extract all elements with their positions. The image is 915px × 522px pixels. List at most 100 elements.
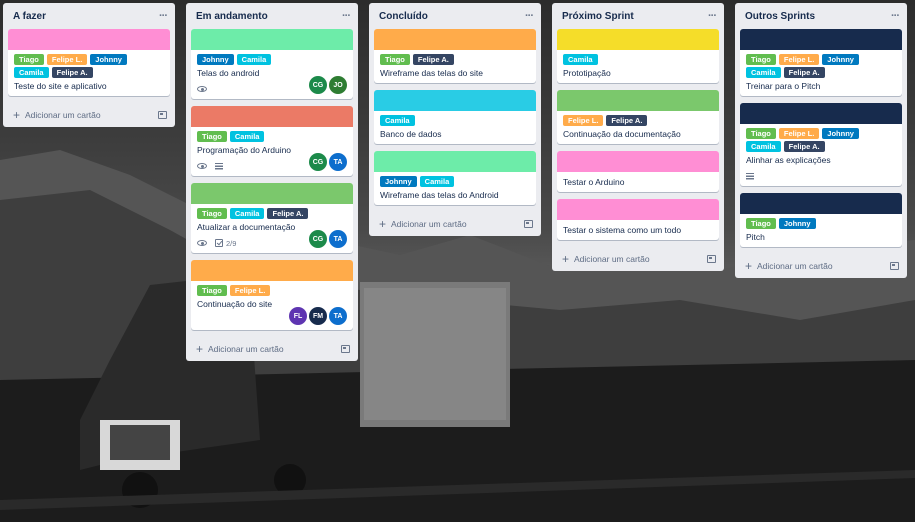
- card[interactable]: Tiago Felipe L. Johnny Camila Felipe A. Teste…: [8, 29, 170, 96]
- label-felipe-a[interactable]: Felipe A.: [412, 54, 454, 65]
- card[interactable]: Tiago Felipe L. Johnny Camila Felipe A. Alinh…: [740, 103, 902, 186]
- card[interactable]: Camila Banco de dados: [374, 90, 536, 144]
- add-card-label-group: + Adicionar um cartão: [745, 260, 833, 272]
- label-camila[interactable]: Camila: [236, 54, 272, 65]
- card[interactable]: Felipe L. Felipe A. Continuação da documen…: [557, 90, 719, 144]
- more-horizontal-icon[interactable]: ···: [342, 11, 351, 22]
- card-labels: Johnny Camila: [197, 54, 347, 65]
- more-horizontal-icon[interactable]: ···: [708, 11, 717, 22]
- label-felipe-a[interactable]: Felipe A.: [267, 208, 309, 219]
- card-labels: Tiago Felipe A.: [380, 54, 530, 65]
- add-card-button[interactable]: + Adicionar um cartão: [186, 337, 358, 361]
- avatar[interactable]: TA: [329, 307, 347, 325]
- label-johnny[interactable]: Johnny: [822, 54, 859, 65]
- label-tiago[interactable]: Tiago: [197, 131, 227, 142]
- card[interactable]: Tiago Camila Felipe A. Atualizar a document…: [191, 183, 353, 253]
- avatar[interactable]: CG: [309, 153, 327, 171]
- add-card-label-group: + Adicionar um cartão: [13, 109, 101, 121]
- card-template-icon[interactable]: [890, 262, 899, 270]
- card[interactable]: Tiago Felipe L. Continuação do site FL FM TA: [191, 260, 353, 330]
- label-felipe-a[interactable]: Felipe A.: [783, 67, 825, 78]
- label-felipe[interactable]: Felipe L.: [563, 115, 604, 126]
- add-card-button[interactable]: + Adicionar um cartão: [735, 254, 907, 278]
- list-title[interactable]: A fazer: [13, 11, 46, 22]
- label-tiago[interactable]: Tiago: [14, 54, 44, 65]
- card-list: Tiago Felipe A. Wireframe das telas do sit…: [369, 29, 541, 205]
- more-horizontal-icon[interactable]: ···: [891, 11, 900, 22]
- list-column: Em andamento ··· Johnny Camila Telas do andr…: [186, 3, 358, 361]
- more-horizontal-icon[interactable]: ···: [525, 11, 534, 22]
- label-felipe[interactable]: Felipe L.: [778, 54, 820, 65]
- add-card-button[interactable]: + Adicionar um cartão: [369, 212, 541, 236]
- label-camila[interactable]: Camila: [14, 67, 49, 78]
- card[interactable]: Tiago Camila Programação do Arduino CG TA: [191, 106, 353, 176]
- avatar[interactable]: FM: [309, 307, 327, 325]
- card-template-icon[interactable]: [524, 220, 533, 228]
- card-body: Tiago Camila Programação do Arduino CG TA: [191, 127, 353, 176]
- label-camila[interactable]: Camila: [229, 131, 265, 142]
- label-camila[interactable]: Camila: [563, 54, 598, 65]
- add-card-label-group: + Adicionar um cartão: [562, 253, 650, 265]
- add-card-label-group: + Adicionar um cartão: [196, 343, 284, 355]
- card[interactable]: Testar o sistema como um todo: [557, 199, 719, 240]
- card-cover: [191, 260, 353, 281]
- add-card-label: Adicionar um cartão: [25, 110, 101, 120]
- label-tiago[interactable]: Tiago: [746, 128, 776, 139]
- label-johnny[interactable]: Johnny: [197, 54, 234, 65]
- label-johnny[interactable]: Johnny: [822, 128, 859, 139]
- avatar[interactable]: CG: [309, 230, 327, 248]
- card-template-icon[interactable]: [341, 345, 350, 353]
- avatar[interactable]: JO: [329, 76, 347, 94]
- label-camila[interactable]: Camila: [229, 208, 265, 219]
- list-column: Concluído ··· Tiago Felipe A. Wireframe das …: [369, 3, 541, 236]
- label-camila[interactable]: Camila: [746, 141, 781, 152]
- label-camila[interactable]: Camila: [380, 115, 415, 126]
- list-title[interactable]: Outros Sprints: [745, 11, 815, 22]
- list-title[interactable]: Concluído: [379, 11, 428, 22]
- add-card-button[interactable]: + Adicionar um cartão: [3, 103, 175, 127]
- avatar[interactable]: TA: [329, 230, 347, 248]
- label-tiago[interactable]: Tiago: [197, 285, 227, 296]
- card[interactable]: Tiago Felipe A. Wireframe das telas do sit…: [374, 29, 536, 83]
- label-johnny[interactable]: Johnny: [380, 176, 417, 187]
- label-felipe-a[interactable]: Felipe A.: [51, 67, 93, 78]
- label-tiago[interactable]: Tiago: [746, 218, 776, 229]
- label-felipe-a[interactable]: Felipe A.: [606, 115, 648, 126]
- card-template-icon[interactable]: [707, 255, 716, 263]
- label-johnny[interactable]: Johnny: [90, 54, 127, 65]
- label-tiago[interactable]: Tiago: [380, 54, 410, 65]
- card-body: Camila Banco de dados: [374, 111, 536, 144]
- label-tiago[interactable]: Tiago: [197, 208, 227, 219]
- card[interactable]: Tiago Johnny Pitch: [740, 193, 902, 247]
- label-tiago[interactable]: Tiago: [746, 54, 776, 65]
- avatar[interactable]: TA: [329, 153, 347, 171]
- card[interactable]: Camila Prototipação: [557, 29, 719, 83]
- list-column: Outros Sprints ··· Tiago Felipe L. Johnny Cam…: [735, 3, 907, 278]
- label-felipe-a[interactable]: Felipe A.: [783, 141, 825, 152]
- list-title[interactable]: Em andamento: [196, 11, 268, 22]
- card[interactable]: Tiago Felipe L. Johnny Camila Felipe A. Trein…: [740, 29, 902, 96]
- card-body: Johnny Camila Wireframe das telas do Andro…: [374, 172, 536, 205]
- avatar[interactable]: FL: [289, 307, 307, 325]
- add-card-label-group: + Adicionar um cartão: [379, 218, 467, 230]
- card-cover: [191, 183, 353, 204]
- label-felipe[interactable]: Felipe L.: [46, 54, 88, 65]
- label-felipe[interactable]: Felipe L.: [778, 128, 820, 139]
- add-card-button[interactable]: + Adicionar um cartão: [552, 247, 724, 271]
- card[interactable]: Testar o Arduino: [557, 151, 719, 192]
- card[interactable]: Johnny Camila Telas do android CG JO: [191, 29, 353, 99]
- list-title[interactable]: Próximo Sprint: [562, 11, 634, 22]
- card-labels: Tiago Camila Felipe A.: [197, 208, 347, 219]
- add-card-label: Adicionar um cartão: [574, 254, 650, 264]
- more-horizontal-icon[interactable]: ···: [159, 11, 168, 22]
- label-camila[interactable]: Camila: [746, 67, 781, 78]
- add-card-label: Adicionar um cartão: [208, 344, 284, 354]
- card-template-icon[interactable]: [158, 111, 167, 119]
- label-felipe[interactable]: Felipe L.: [229, 285, 271, 296]
- label-camila[interactable]: Camila: [419, 176, 455, 187]
- avatar[interactable]: CG: [309, 76, 327, 94]
- card-body: Johnny Camila Telas do android CG JO: [191, 50, 353, 99]
- card-labels: Tiago Felipe L. Johnny Camila Felipe A.: [746, 54, 896, 78]
- card[interactable]: Johnny Camila Wireframe das telas do Andro…: [374, 151, 536, 205]
- label-johnny[interactable]: Johnny: [778, 218, 816, 229]
